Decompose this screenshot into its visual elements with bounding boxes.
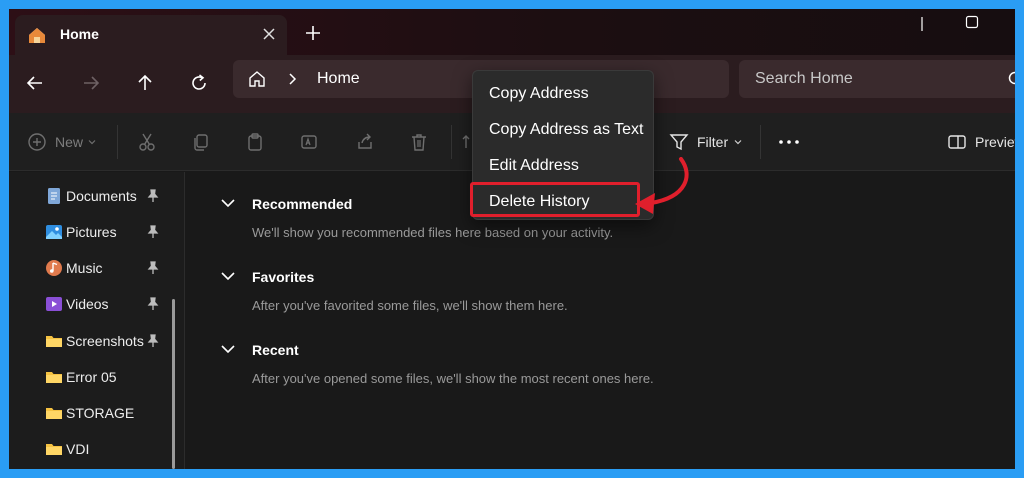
sidebar-item-pictures[interactable]: Pictures bbox=[9, 217, 185, 247]
pictures-icon bbox=[46, 225, 62, 239]
annotation-arrow-icon bbox=[635, 157, 689, 214]
navigation-pane: Documents Pictures Music Videos Screensh… bbox=[9, 172, 185, 469]
sidebar-item-videos[interactable]: Videos bbox=[9, 289, 185, 319]
sidebar-item-label: Pictures bbox=[66, 224, 117, 240]
paste-button[interactable] bbox=[245, 130, 265, 154]
section-description: We'll show you recommended files here ba… bbox=[252, 225, 614, 240]
filter-icon bbox=[669, 134, 689, 151]
sidebar-item-documents[interactable]: Documents bbox=[9, 181, 185, 211]
share-icon bbox=[358, 133, 372, 149]
search-input[interactable] bbox=[739, 60, 1015, 98]
section-title-recent[interactable]: Recent bbox=[252, 342, 299, 358]
preview-label: Preview bbox=[975, 134, 1015, 150]
sidebar-item-error-05[interactable]: Error 05 bbox=[9, 362, 185, 392]
sidebar-item-label: Videos bbox=[66, 296, 109, 312]
file-explorer-window: Home Home Search Home New Filter Previe … bbox=[9, 9, 1015, 469]
plus-circle-icon bbox=[28, 133, 46, 151]
minimize-icon[interactable] bbox=[915, 17, 929, 31]
section-title-favorites[interactable]: Favorites bbox=[252, 269, 314, 285]
rename-icon bbox=[301, 135, 317, 149]
pin-icon[interactable] bbox=[147, 261, 159, 275]
clipboard-icon bbox=[248, 133, 262, 151]
sidebar-item-vdi[interactable]: VDI bbox=[9, 434, 185, 464]
sidebar-item-label: STORAGE bbox=[66, 405, 135, 421]
videos-icon bbox=[46, 297, 62, 311]
address-path: Home bbox=[317, 70, 360, 87]
pin-icon[interactable] bbox=[147, 334, 159, 348]
sidebar-item-label: Screenshots bbox=[66, 333, 144, 349]
home-outline-icon bbox=[249, 71, 265, 87]
chevron-down-icon[interactable] bbox=[220, 195, 236, 211]
refresh-icon bbox=[192, 74, 206, 90]
pin-icon[interactable] bbox=[147, 297, 159, 311]
folder-icon bbox=[46, 408, 62, 419]
folder-icon bbox=[46, 336, 62, 347]
new-button[interactable]: New bbox=[27, 130, 97, 154]
arrow-left-icon bbox=[26, 76, 42, 90]
new-tab-plus-icon[interactable] bbox=[303, 23, 323, 43]
arrow-up-icon bbox=[138, 74, 152, 90]
scissors-icon bbox=[139, 133, 155, 151]
more-options-button[interactable] bbox=[777, 130, 801, 154]
folder-icon bbox=[46, 444, 62, 455]
sidebar-item-screenshots[interactable]: Screenshots bbox=[9, 326, 185, 356]
refresh-button[interactable] bbox=[183, 67, 215, 99]
music-icon bbox=[46, 260, 62, 276]
menu-item-copy-address-as-text[interactable]: Copy Address as Text bbox=[489, 121, 643, 139]
filter-label: Filter bbox=[697, 134, 729, 150]
toolbar-divider bbox=[117, 125, 118, 159]
sidebar-scrollbar[interactable] bbox=[172, 299, 175, 469]
delete-button[interactable] bbox=[409, 130, 429, 154]
pin-icon[interactable] bbox=[147, 189, 159, 203]
trash-icon bbox=[412, 134, 426, 151]
rename-button[interactable] bbox=[299, 130, 319, 154]
folder-icon bbox=[46, 372, 62, 383]
share-button[interactable] bbox=[355, 130, 375, 154]
toolbar-divider bbox=[760, 125, 761, 159]
more-icon bbox=[779, 140, 799, 144]
menu-item-copy-address[interactable]: Copy Address bbox=[489, 85, 589, 103]
pin-icon[interactable] bbox=[147, 225, 159, 239]
section-title-recommended[interactable]: Recommended bbox=[252, 196, 352, 212]
maximize-icon[interactable] bbox=[965, 15, 979, 29]
tab-title: Home bbox=[60, 26, 99, 42]
highlight-box bbox=[470, 182, 640, 217]
sidebar-item-label: Documents bbox=[66, 188, 137, 204]
preview-button[interactable]: Preview bbox=[947, 130, 1015, 154]
search-icon bbox=[1008, 71, 1015, 85]
filter-button[interactable]: Filter bbox=[669, 130, 743, 154]
chevron-down-icon[interactable] bbox=[220, 341, 236, 357]
copy-icon bbox=[194, 134, 208, 151]
copy-button[interactable] bbox=[191, 130, 211, 154]
arrow-right-icon bbox=[84, 76, 100, 90]
menu-item-edit-address[interactable]: Edit Address bbox=[489, 157, 579, 175]
new-label: New bbox=[55, 134, 84, 150]
chevron-down-icon[interactable] bbox=[220, 268, 236, 284]
chevron-right-icon[interactable] bbox=[285, 72, 299, 86]
chevron-down-icon bbox=[734, 140, 742, 145]
back-button[interactable] bbox=[19, 67, 51, 99]
section-description: After you've opened some files, we'll sh… bbox=[252, 371, 654, 386]
tab-home[interactable]: Home bbox=[15, 15, 287, 55]
sidebar-item-label: VDI bbox=[66, 441, 90, 457]
title-bar: Home bbox=[9, 9, 1015, 55]
sidebar-item-label: Error 05 bbox=[66, 369, 117, 385]
sidebar-item-label: Music bbox=[66, 260, 103, 276]
home-icon bbox=[29, 28, 45, 43]
search-box[interactable] bbox=[739, 60, 1015, 98]
chevron-down-icon bbox=[88, 140, 96, 145]
documents-icon bbox=[48, 188, 60, 204]
cut-button[interactable] bbox=[137, 130, 157, 154]
sidebar-item-storage[interactable]: STORAGE bbox=[9, 398, 185, 428]
toolbar-divider bbox=[451, 125, 452, 159]
close-icon[interactable] bbox=[259, 24, 279, 44]
up-button[interactable] bbox=[129, 67, 161, 99]
forward-button[interactable] bbox=[75, 67, 107, 99]
section-description: After you've favorited some files, we'll… bbox=[252, 298, 568, 313]
preview-pane-icon bbox=[948, 135, 966, 149]
sidebar-item-music[interactable]: Music bbox=[9, 253, 185, 283]
